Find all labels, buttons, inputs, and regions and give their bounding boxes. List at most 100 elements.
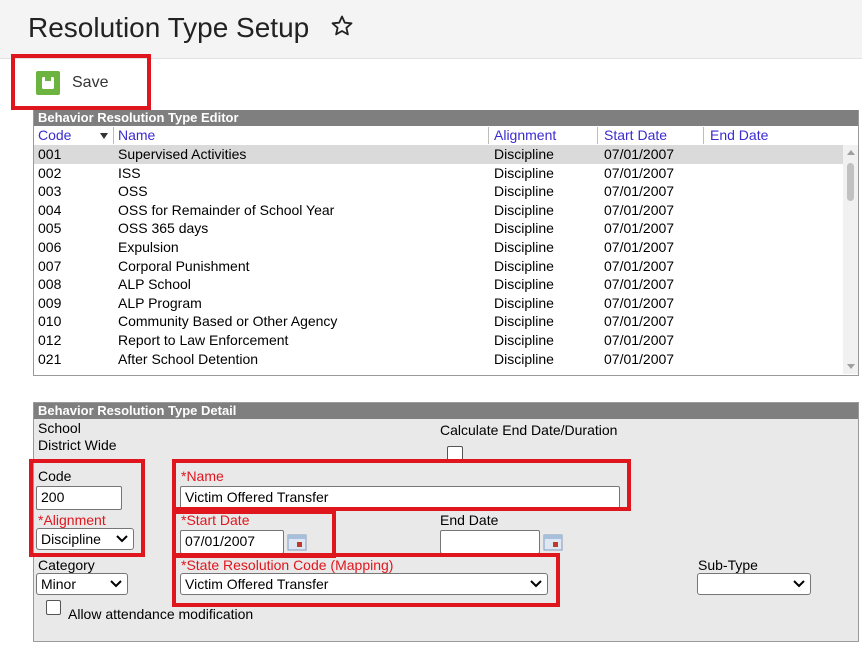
- table-row[interactable]: 003 OSS Discipline 07/01/2007: [34, 182, 843, 201]
- column-header-name[interactable]: Name: [118, 127, 155, 144]
- alignment-select-value: Discipline: [41, 531, 101, 547]
- code-label: Code: [38, 468, 72, 484]
- state-resolution-code-select[interactable]: Victim Offered Transfer: [180, 573, 548, 595]
- chevron-down-icon: [530, 580, 542, 588]
- cell-code: 004: [38, 201, 62, 218]
- sub-type-select[interactable]: [697, 573, 811, 595]
- cell-alignment: Discipline: [494, 201, 554, 218]
- cell-code: 001: [38, 146, 62, 162]
- state-resolution-code-value: Victim Offered Transfer: [185, 576, 329, 592]
- allow-attendance-label: Allow attendance modification: [68, 606, 254, 622]
- cell-start-date: 07/01/2007: [604, 313, 675, 330]
- name-field[interactable]: Victim Offered Transfer: [180, 486, 620, 510]
- cell-alignment: Discipline: [494, 146, 554, 162]
- cell-code: 007: [38, 257, 62, 274]
- cell-alignment: Discipline: [494, 239, 554, 255]
- name-label: *Name: [181, 468, 224, 484]
- code-field[interactable]: 200: [36, 486, 122, 510]
- table-row[interactable]: 007 Corporal Punishment Discipline 07/01/20…: [34, 257, 843, 276]
- end-date-field[interactable]: [440, 530, 540, 554]
- cell-start-date: 07/01/2007: [604, 257, 675, 274]
- chevron-down-icon: [793, 580, 805, 588]
- toolbar: [0, 59, 862, 109]
- table-row[interactable]: 006 Expulsion Discipline 07/01/2007: [34, 238, 843, 257]
- cell-alignment: Discipline: [494, 313, 554, 330]
- cell-start-date: 07/01/2007: [604, 146, 675, 162]
- cell-alignment: Discipline: [494, 164, 554, 181]
- table-row[interactable]: 021 After School Detention Discipline 07/01…: [34, 350, 843, 369]
- editor-scrollbar[interactable]: [843, 145, 858, 374]
- cell-start-date: 07/01/2007: [604, 294, 675, 311]
- column-header-end-date[interactable]: End Date: [710, 127, 768, 144]
- table-row[interactable]: 001 Supervised Activities Discipline 07/01/…: [34, 145, 843, 164]
- cell-name: ALP School: [118, 276, 191, 293]
- school-value: District Wide: [38, 437, 117, 453]
- cell-code: 008: [38, 276, 62, 293]
- alignment-select[interactable]: Discipline: [36, 528, 134, 550]
- allow-attendance-checkbox[interactable]: [46, 600, 61, 615]
- sort-arrow-icon[interactable]: [100, 133, 108, 139]
- cell-name: Corporal Punishment: [118, 257, 250, 274]
- school-label: School: [38, 420, 81, 436]
- save-label: Save: [72, 74, 109, 91]
- start-date-field[interactable]: 07/01/2007: [180, 530, 284, 554]
- cell-alignment: Discipline: [494, 276, 554, 293]
- cell-start-date: 07/01/2007: [604, 350, 675, 367]
- cell-start-date: 07/01/2007: [604, 239, 675, 255]
- column-header-code[interactable]: Code: [38, 127, 71, 144]
- cell-name: ALP Program: [118, 294, 202, 311]
- detail-panel-header: Behavior Resolution Type Detail: [34, 403, 858, 419]
- state-resolution-code-label: *State Resolution Code (Mapping): [181, 557, 394, 573]
- cell-code: 002: [38, 164, 62, 181]
- cell-start-date: 07/01/2007: [604, 201, 675, 218]
- cell-alignment: Discipline: [494, 220, 554, 237]
- cell-code: 009: [38, 294, 62, 311]
- save-icon: [36, 71, 60, 95]
- table-row[interactable]: 002 ISS Discipline 07/01/2007: [34, 164, 843, 183]
- cell-name: Community Based or Other Agency: [118, 313, 338, 330]
- alignment-label: *Alignment: [38, 512, 106, 528]
- editor-panel-header: Behavior Resolution Type Editor: [34, 110, 858, 126]
- cell-name: Expulsion: [118, 239, 179, 255]
- table-row[interactable]: 004 OSS for Remainder of School Year Disci…: [34, 201, 843, 220]
- start-date-label: *Start Date: [181, 512, 250, 528]
- column-header-start-date[interactable]: Start Date: [604, 127, 667, 144]
- category-select-value: Minor: [41, 576, 77, 592]
- table-row[interactable]: 010 Community Based or Other Agency Discip…: [34, 312, 843, 331]
- scroll-up-icon[interactable]: [847, 150, 855, 155]
- calculate-end-date-checkbox[interactable]: [447, 446, 463, 462]
- table-row[interactable]: 009 ALP Program Discipline 07/01/2007: [34, 294, 843, 313]
- chevron-down-icon: [116, 535, 128, 543]
- cell-code: 003: [38, 183, 62, 200]
- cell-start-date: 07/01/2007: [604, 276, 675, 293]
- cell-alignment: Discipline: [494, 183, 554, 200]
- cell-alignment: Discipline: [494, 332, 554, 348]
- star-icon[interactable]: [330, 14, 354, 38]
- calculate-end-date-label: Calculate End Date/Duration: [440, 422, 618, 438]
- column-header-alignment[interactable]: Alignment: [494, 127, 556, 144]
- cell-name: After School Detention: [118, 350, 259, 367]
- cell-alignment: Discipline: [494, 350, 554, 367]
- cell-code: 021: [38, 350, 62, 367]
- calendar-icon[interactable]: [543, 533, 563, 551]
- scroll-thumb[interactable]: [847, 163, 854, 201]
- category-select[interactable]: Minor: [36, 573, 128, 595]
- cell-code: 006: [38, 239, 62, 255]
- cell-start-date: 07/01/2007: [604, 164, 675, 181]
- cell-start-date: 07/01/2007: [604, 332, 675, 348]
- page-header: Resolution Type Setup: [0, 0, 862, 59]
- table-row[interactable]: 005 OSS 365 days Discipline 07/01/2007: [34, 219, 843, 238]
- cell-code: 010: [38, 313, 62, 330]
- category-label: Category: [38, 557, 95, 573]
- calendar-icon[interactable]: [287, 533, 307, 551]
- cell-name: Report to Law Enforcement: [118, 332, 289, 348]
- cell-name: OSS 365 days: [118, 220, 209, 237]
- column-separator: [488, 127, 489, 144]
- table-row[interactable]: 008 ALP School Discipline 07/01/2007: [34, 275, 843, 294]
- table-row[interactable]: 012 Report to Law Enforcement Discipline 07…: [34, 331, 843, 350]
- editor-table-body: 001 Supervised Activities Discipline 07/01/…: [34, 145, 843, 374]
- save-button[interactable]: Save: [36, 70, 108, 96]
- scroll-down-icon[interactable]: [847, 364, 855, 369]
- cell-start-date: 07/01/2007: [604, 220, 675, 237]
- cell-name: OSS: [118, 183, 148, 200]
